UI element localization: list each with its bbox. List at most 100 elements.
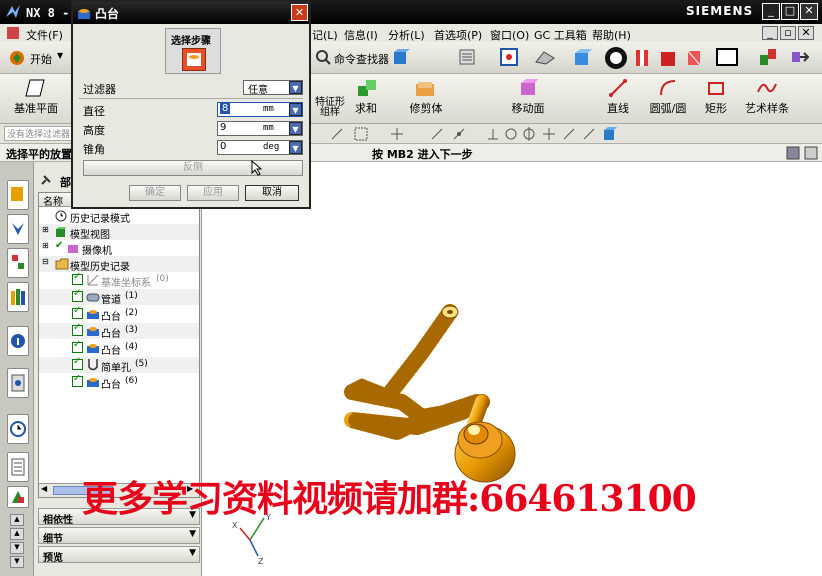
tree-item-feature[interactable]: 凸台 (4) <box>39 339 199 357</box>
section-red3-icon[interactable] <box>684 48 704 68</box>
ok-button[interactable]: 确定 <box>129 185 181 201</box>
midpoint-icon[interactable] <box>452 127 466 141</box>
start-button[interactable]: 开始 ▼ <box>8 48 68 68</box>
center-icon[interactable] <box>504 127 518 141</box>
menu-info[interactable]: 信息(I) <box>344 27 378 43</box>
rectangle-button[interactable]: 矩形 <box>698 76 734 122</box>
fit-view-icon[interactable] <box>500 48 518 66</box>
tree-item-history-mode[interactable]: 历史记录模式 <box>39 208 199 225</box>
feature-group-button[interactable]: 特征形 组样 <box>308 76 345 122</box>
visibility-checkbox[interactable] <box>72 339 83 353</box>
part-navigator-tab[interactable] <box>7 248 29 278</box>
visibility-checkbox[interactable] <box>72 288 83 302</box>
move-face-button[interactable]: 移动面 <box>506 76 550 122</box>
expand-icon[interactable]: ⊞ <box>42 241 49 250</box>
resbar-scroll-end[interactable]: ▼ <box>10 556 24 568</box>
datum-plane-button[interactable]: 基准平面 <box>8 76 64 122</box>
select-rect-icon[interactable] <box>354 127 368 141</box>
layer-icon[interactable] <box>458 48 476 66</box>
tree-item-feature[interactable]: 基准坐标系 (0) <box>39 271 199 289</box>
height-spin-icon[interactable]: ▼ <box>289 122 302 135</box>
tree-item-feature[interactable]: 管道 (1) <box>39 288 199 306</box>
unite-button[interactable]: 求和 <box>348 76 384 122</box>
section-red-icon[interactable] <box>632 48 652 68</box>
visibility-checkbox[interactable] <box>72 373 83 387</box>
diameter-input[interactable]: 8 mm ▼ <box>217 102 303 117</box>
collapse-icon[interactable]: ⊟ <box>42 257 49 266</box>
panel-details[interactable]: 细节 ▼ <box>38 527 200 545</box>
visibility-checkbox[interactable] <box>72 322 83 336</box>
navigator-pin-icon[interactable] <box>40 174 52 186</box>
dialog-title-bar[interactable]: 凸台 ✕ <box>73 2 309 24</box>
menu-analysis[interactable]: 分析(L) <box>388 27 425 43</box>
maximize-button[interactable]: □ <box>781 3 799 20</box>
visibility-checkbox[interactable] <box>72 356 83 370</box>
selection-filter-dropdown[interactable]: 没有选择过滤器 <box>4 126 72 141</box>
minimize-button[interactable]: _ <box>762 3 780 20</box>
render-style-icon[interactable] <box>534 48 556 66</box>
scroll-left-icon[interactable]: ◀ <box>41 484 47 493</box>
cancel-button[interactable]: 取消 <box>245 185 299 201</box>
cube-icon[interactable] <box>392 48 410 66</box>
menu-record[interactable]: 记(L) <box>312 27 338 43</box>
diameter-spin-icon[interactable]: ▼ <box>289 103 302 116</box>
spline-button[interactable]: 艺术样条 <box>742 76 792 122</box>
clock-tab[interactable] <box>7 414 29 444</box>
placement-face-step-button[interactable] <box>182 48 206 71</box>
height-input[interactable]: 9 mm ▼ <box>217 121 303 136</box>
quadrant-icon[interactable] <box>522 127 536 141</box>
tree-item-feature[interactable]: 凸台 (6) <box>39 373 199 391</box>
tree-item-feature[interactable]: 简单孔 (5) <box>39 356 199 374</box>
view-single-icon[interactable] <box>786 146 800 160</box>
system-materials-tab[interactable] <box>7 452 29 482</box>
orient-view-icon[interactable] <box>604 46 628 70</box>
arrow-right-icon[interactable] <box>790 47 810 67</box>
menu-file[interactable]: 文件(F) <box>26 27 63 43</box>
close-window-button[interactable]: ✕ <box>800 3 818 20</box>
trim-body-button[interactable]: 修剪体 <box>404 76 448 122</box>
tree-item-model-views[interactable]: ⊞ 模型视图 <box>39 224 199 241</box>
tree-item-model-history[interactable]: ⊟ 模型历史记录 <box>39 256 199 273</box>
apply-button[interactable]: 应用 <box>187 185 239 201</box>
command-finder-icon[interactable] <box>315 49 331 65</box>
tree-item-feature[interactable]: 凸台 (2) <box>39 305 199 323</box>
doc-minimize-button[interactable]: _ <box>762 26 778 40</box>
menu-preferences[interactable]: 首选项(P) <box>434 27 482 43</box>
on-curve-icon[interactable] <box>562 127 576 141</box>
tree-item-cameras[interactable]: ⊞ ✔ 摄像机 <box>39 240 199 257</box>
filter-select[interactable]: 任意 ▼ <box>243 80 303 96</box>
section-red2-icon[interactable] <box>658 48 678 68</box>
doc-restore-button[interactable]: ▫ <box>780 26 796 40</box>
menu-gc-toolbox[interactable]: GC 工具箱 <box>534 27 587 43</box>
endpoint-icon[interactable] <box>430 127 444 141</box>
move-cross-icon[interactable] <box>390 127 404 141</box>
menu-help[interactable]: 帮助(H) <box>592 27 631 43</box>
arc-button[interactable]: 圆弧/圆 <box>644 76 692 122</box>
resbar-scroll-mid[interactable]: ▲ <box>10 528 24 540</box>
on-surface-icon[interactable] <box>582 127 596 141</box>
visibility-checkbox[interactable] <box>72 305 83 319</box>
background-color-icon[interactable] <box>716 48 738 66</box>
tree-item-feature[interactable]: 凸台 (3) <box>39 322 199 340</box>
dialog-close-button[interactable]: ✕ <box>291 4 308 21</box>
doc-close-button[interactable]: ✕ <box>798 26 814 40</box>
visibility-checkbox[interactable] <box>72 271 83 285</box>
constraint-navigator-tab[interactable] <box>7 214 29 244</box>
perpendicular-icon[interactable] <box>486 127 500 141</box>
resbar-scroll-up[interactable]: ▲ <box>10 514 24 526</box>
snap-icon[interactable] <box>330 127 344 141</box>
shaded-cube-icon[interactable] <box>572 47 592 67</box>
taper-spin-icon[interactable]: ▼ <box>289 141 302 154</box>
line-button[interactable]: 直线 <box>600 76 636 122</box>
menu-window[interactable]: 窗口(O) <box>490 27 529 43</box>
taper-input[interactable]: 0 deg ▼ <box>217 140 303 155</box>
reuse-library-tab[interactable] <box>7 282 29 312</box>
reverse-side-button[interactable]: 反侧 <box>83 160 303 176</box>
resbar-scroll-down[interactable]: ▼ <box>10 542 24 554</box>
view-quad-icon[interactable] <box>804 146 818 160</box>
command-finder-label[interactable]: 命令查找器 <box>334 51 389 67</box>
panel-preview[interactable]: 预览 ▼ <box>38 546 200 564</box>
assembly-icon[interactable] <box>758 47 778 67</box>
roles-tab[interactable] <box>7 486 29 508</box>
app-menu-icon[interactable] <box>6 26 20 40</box>
